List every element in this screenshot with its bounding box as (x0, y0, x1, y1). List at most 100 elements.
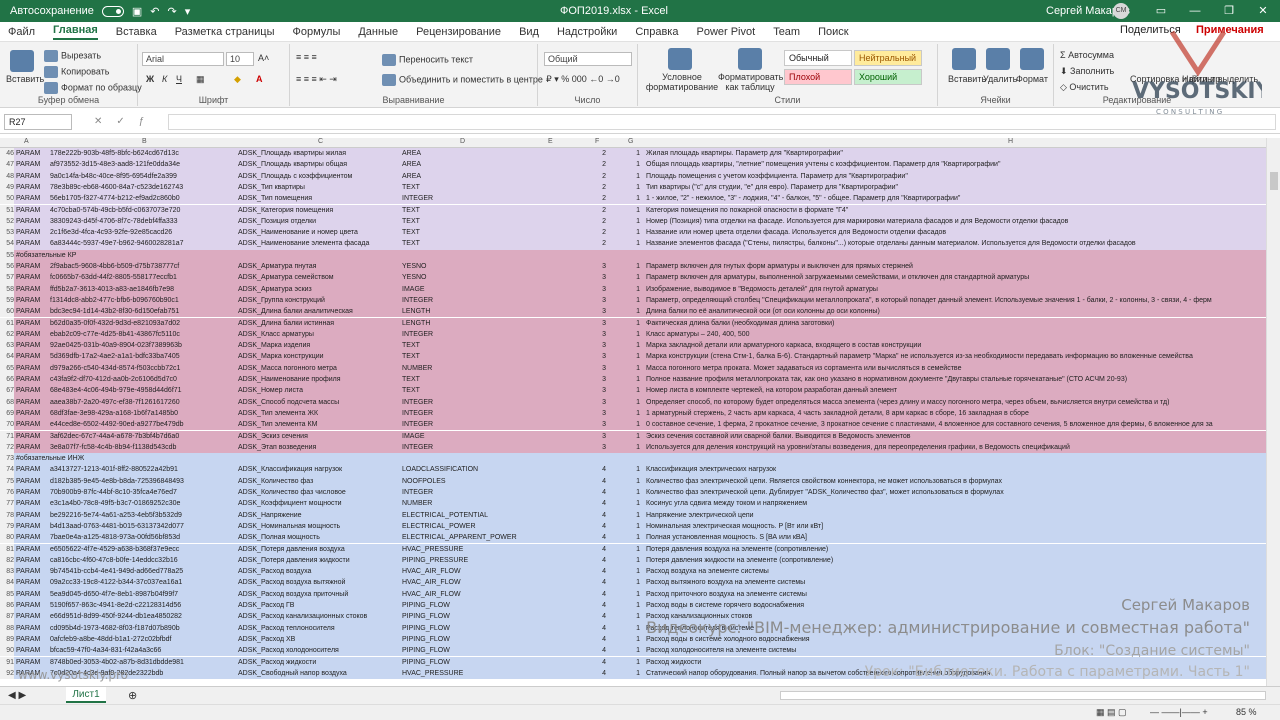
align-top-icon[interactable]: ≡ ≡ ≡ (296, 52, 317, 62)
table-row[interactable]: 76 PARAM 70b900b9-87fc-44bf-8c10-35fca4e76… (0, 487, 1266, 499)
insert-cells-button[interactable]: Вставить (948, 74, 986, 84)
table-row[interactable]: 83 PARAM 9b74541b-ccb4-4e41-949d-ad66ed778… (0, 566, 1266, 578)
row-number[interactable]: 84 (0, 577, 14, 589)
table-row[interactable]: 55 #обязательные КР (0, 249, 1266, 261)
row-number[interactable]: 74 (0, 464, 14, 476)
sheet-nav-icon[interactable]: ◀ ▶ (8, 690, 26, 701)
paste-icon[interactable] (10, 50, 34, 72)
redo-icon[interactable]: ↷ (167, 5, 176, 18)
table-row[interactable]: 69 PARAM 68df3fae-3e98-429a-a168-1b6f7a148… (0, 407, 1266, 420)
column-header-a[interactable]: A (24, 138, 29, 145)
table-row[interactable]: 67 PARAM 68e483e4-4c06-494b-979e-4958d44d6… (0, 385, 1266, 397)
table-row[interactable]: 54 PARAM 6a83444c-5937-49e7-b962-946002828… (0, 238, 1266, 250)
format-cells-button[interactable]: Формат (1016, 74, 1048, 84)
row-number[interactable]: 91 (0, 656, 14, 668)
clear-button[interactable]: ◇ Очистить (1060, 82, 1109, 93)
tab-2[interactable]: Вставка (116, 26, 157, 38)
table-row[interactable]: 56 PARAM 2f9abac5-9608-4bb6-b509-d75b73877… (0, 261, 1266, 273)
format-as-table-button[interactable]: Форматировать как таблицу (718, 72, 783, 92)
cut-button[interactable]: Вырезать (44, 50, 101, 62)
row-number[interactable]: 87 (0, 611, 14, 623)
tab-7[interactable]: Вид (519, 26, 539, 38)
table-row[interactable]: 86 PARAM 5190f657-863c-4941-8e2d-c22128314… (0, 600, 1266, 612)
style-bad[interactable]: Плохой (784, 69, 852, 85)
tab-5[interactable]: Данные (358, 26, 398, 38)
delete-cells-icon[interactable] (986, 48, 1010, 70)
row-number[interactable]: 70 (0, 419, 14, 431)
row-number[interactable]: 89 (0, 633, 14, 646)
row-number[interactable]: 51 (0, 204, 14, 216)
table-row[interactable]: 66 PARAM c43fa9f2-df70-412d-aa0b-2c6106d5d… (0, 374, 1266, 386)
style-good[interactable]: Хороший (854, 69, 922, 85)
table-row[interactable]: 78 PARAM be292216-5e74-4a61-a253-4eb5f3b53… (0, 509, 1266, 521)
font-color-icon[interactable]: A (256, 74, 263, 84)
row-number[interactable]: 92 (0, 667, 14, 680)
row-number[interactable]: 54 (0, 238, 14, 250)
row-number[interactable]: 46 (0, 148, 14, 160)
table-row[interactable]: 85 PARAM 5ea9d045-d650-4f7e-8eb1-8987b04f9… (0, 588, 1266, 600)
table-row[interactable]: 49 PARAM 78e3b89c-eb68-4600-84a7-c523de162… (0, 181, 1266, 194)
table-row[interactable]: 51 PARAM 4c70cba0-574b-49cb-b5fd-c0637073e… (0, 204, 1266, 216)
column-header-h[interactable]: H (1008, 138, 1013, 145)
tab-12[interactable]: Поиск (818, 26, 848, 38)
paste-button[interactable]: Вставить (6, 74, 44, 84)
zoom-slider[interactable]: — ——|—— + (1150, 707, 1208, 717)
row-number[interactable]: 85 (0, 588, 14, 600)
table-row[interactable]: 64 PARAM 5d369dfb-17a2-4ae2-a1a1-bdfc33ba7… (0, 351, 1266, 363)
tab-4[interactable]: Формулы (292, 26, 340, 38)
table-row[interactable]: 50 PARAM 56eb1705-f327-4774-b212-ef9ad2c86… (0, 193, 1266, 205)
column-header-g[interactable]: G (628, 138, 633, 145)
tab-1[interactable]: Главная (53, 24, 98, 40)
italic-button[interactable]: К (162, 74, 167, 84)
column-header-e[interactable]: E (548, 138, 553, 145)
table-row[interactable]: 74 PARAM a3413727-1213-401f-8ff2-880522a42… (0, 464, 1266, 476)
fill-color-icon[interactable]: ◆ (234, 74, 241, 85)
row-number[interactable]: 81 (0, 543, 14, 555)
row-number[interactable]: 64 (0, 351, 14, 363)
number-format-icons[interactable]: ₽ ▾ % 000 ←0 →0 (546, 74, 620, 85)
row-number[interactable]: 86 (0, 600, 14, 612)
fx-icon[interactable]: ✕✓ƒ (94, 116, 158, 127)
wrap-text-button[interactable]: Переносить текст (382, 54, 473, 66)
row-number[interactable]: 50 (0, 193, 14, 205)
formula-input[interactable] (168, 114, 1276, 130)
row-number[interactable]: 47 (0, 159, 14, 171)
merge-center-button[interactable]: Объединить и поместить в центре (382, 74, 543, 86)
row-number[interactable]: 53 (0, 227, 14, 239)
sheet-grid[interactable]: 46 PARAM 178e222b-903b-48f5-8bfc-b624cd67d… (0, 148, 1266, 686)
save-icon[interactable]: ▣ (132, 5, 142, 18)
name-box[interactable]: R27 (4, 114, 72, 130)
row-number[interactable]: 79 (0, 520, 14, 533)
table-row[interactable]: 63 PARAM 92ae0425-031b-40a9-8904-023f73899… (0, 340, 1266, 352)
restore-icon[interactable]: ❐ (1212, 0, 1246, 22)
style-normal[interactable]: Обычный (784, 50, 852, 66)
row-number[interactable]: 61 (0, 317, 14, 329)
row-number[interactable]: 78 (0, 509, 14, 521)
row-number[interactable]: 67 (0, 385, 14, 397)
borders-icon[interactable]: ▦ (196, 74, 205, 85)
table-row[interactable]: 65 PARAM d979a266-c540-434d-8574-f503ccbb7… (0, 362, 1266, 374)
row-number[interactable]: 49 (0, 181, 14, 194)
zoom-level[interactable]: 85 % (1236, 707, 1257, 717)
row-number[interactable]: 60 (0, 306, 14, 318)
row-number[interactable]: 57 (0, 272, 14, 284)
row-number[interactable]: 72 (0, 441, 14, 454)
vertical-scrollbar[interactable] (1266, 138, 1280, 686)
row-number[interactable]: 62 (0, 328, 14, 341)
row-number[interactable]: 68 (0, 396, 14, 408)
conditional-format-button[interactable]: Условное форматирование (642, 72, 722, 92)
underline-button[interactable]: Ч (176, 74, 182, 84)
table-row[interactable]: 80 PARAM 7bae0e4a-a125-4818-973a-00fd56bf8… (0, 532, 1266, 544)
autosave-toggle[interactable] (101, 5, 124, 17)
insert-cells-icon[interactable] (952, 48, 976, 70)
row-number[interactable]: 63 (0, 340, 14, 352)
row-number[interactable]: 76 (0, 487, 14, 499)
sheet-tab-active[interactable]: Лист1 (66, 687, 106, 703)
tab-8[interactable]: Надстройки (557, 26, 617, 38)
row-number[interactable]: 58 (0, 283, 14, 295)
customize-qat-icon[interactable]: ▾ (185, 5, 191, 18)
row-number[interactable]: 71 (0, 430, 14, 442)
table-row[interactable]: 77 PARAM e3c1a4b0-78c8-49f5-b3c7-01869252c… (0, 498, 1266, 510)
table-row[interactable]: 57 PARAM fc0665b7-63dd-44f2-8805-558177ecc… (0, 272, 1266, 284)
table-row[interactable]: 70 PARAM e44ced8e-6502-4492-90ed-a9277be47… (0, 419, 1266, 431)
